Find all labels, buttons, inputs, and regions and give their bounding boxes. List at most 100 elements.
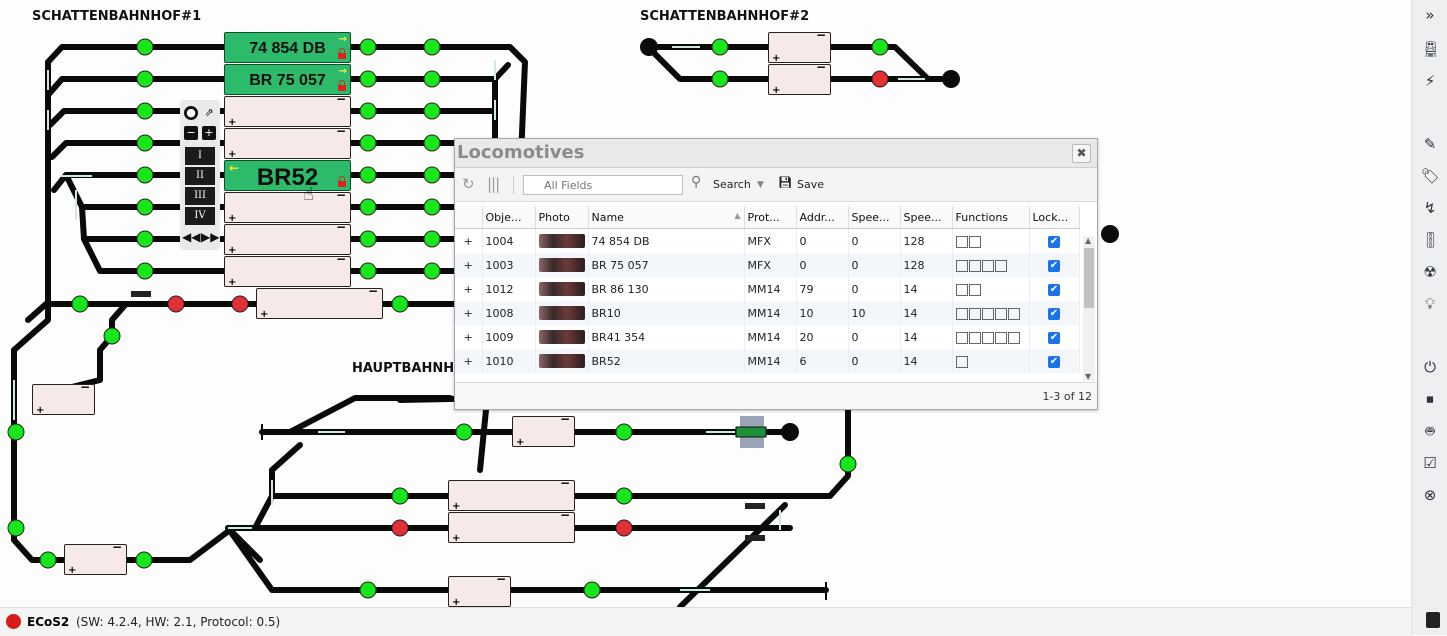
- block-occupied[interactable]: 74 854 DB →: [224, 32, 351, 63]
- header-protocol[interactable]: Prot...: [744, 206, 797, 229]
- function-box[interactable]: [955, 307, 968, 320]
- save-icon[interactable]: 💾︎: [778, 176, 792, 189]
- bulb-icon[interactable]: 💡︎: [1421, 295, 1439, 313]
- header-name[interactable]: Name ▲: [588, 206, 745, 229]
- header-object[interactable]: Obje...: [482, 206, 536, 229]
- search-input[interactable]: [523, 175, 683, 195]
- cell-locked[interactable]: ✔: [1029, 325, 1080, 349]
- table-row[interactable]: +1012 BR 86 130 MM14 79 0 14 ✔: [455, 277, 1080, 301]
- block-empty[interactable]: − +: [224, 252, 351, 288]
- block-occupied[interactable]: BR52 ←: [224, 160, 351, 191]
- edit-icon[interactable]: ✎: [1421, 135, 1439, 153]
- function-box[interactable]: [968, 235, 981, 248]
- cell-locked[interactable]: ✔: [1029, 301, 1080, 325]
- scroll-up-icon[interactable]: ▲: [1085, 236, 1091, 245]
- table-row[interactable]: +1008 BR10 MM14 10 10 14 ✔: [455, 301, 1080, 325]
- record-icon[interactable]: ●: [184, 106, 198, 120]
- function-box[interactable]: [968, 307, 981, 320]
- block-empty[interactable]: − +: [768, 60, 831, 96]
- function-box[interactable]: [955, 235, 968, 248]
- block-empty[interactable]: − +: [224, 188, 351, 224]
- block-empty[interactable]: − +: [224, 220, 351, 256]
- block-empty[interactable]: − +: [448, 476, 575, 512]
- power-icon[interactable]: ⏻: [1421, 358, 1439, 376]
- block-empty[interactable]: − +: [224, 92, 351, 128]
- function-box[interactable]: [1007, 331, 1020, 344]
- block-empty[interactable]: − +: [32, 380, 95, 416]
- rewind-icon[interactable]: ◀◀: [182, 230, 200, 244]
- function-box[interactable]: [968, 259, 981, 272]
- wand-icon[interactable]: ⚡︎: [1421, 72, 1439, 90]
- route-button-iii[interactable]: III: [185, 187, 215, 205]
- cell-locked[interactable]: ✔: [1029, 349, 1080, 373]
- locked-checkbox[interactable]: ✔: [1048, 284, 1060, 296]
- function-box[interactable]: [955, 331, 968, 344]
- collapse-icon[interactable]: »: [1421, 6, 1439, 24]
- locked-checkbox[interactable]: ✔: [1048, 236, 1060, 248]
- locked-checkbox[interactable]: ✔: [1048, 332, 1060, 344]
- header-functions[interactable]: Functions: [952, 206, 1030, 229]
- traffic-light-icon[interactable]: 🚦︎: [1421, 231, 1440, 249]
- table-row[interactable]: +1009 BR41 354 MM14 20 0 14 ✔: [455, 325, 1080, 349]
- block-empty[interactable]: − +: [448, 572, 511, 608]
- cell-expand[interactable]: +: [455, 349, 483, 373]
- header-speedsteps[interactable]: Spee...: [900, 206, 953, 229]
- function-box[interactable]: [955, 283, 968, 296]
- close-circle-icon[interactable]: ⊗: [1421, 486, 1439, 504]
- forward-icon[interactable]: ▶▶: [201, 230, 219, 244]
- save-button[interactable]: Save: [797, 178, 824, 191]
- function-box[interactable]: [981, 307, 994, 320]
- function-box[interactable]: [955, 355, 968, 368]
- function-box[interactable]: [994, 331, 1007, 344]
- header-photo[interactable]: Photo: [535, 206, 589, 229]
- locked-checkbox[interactable]: ✔: [1048, 356, 1060, 368]
- tags-icon[interactable]: 🏷︎: [1421, 167, 1440, 185]
- block-empty[interactable]: − +: [448, 508, 575, 544]
- cell-locked[interactable]: ✔: [1029, 277, 1080, 301]
- s88-icon[interactable]: ☢︎: [1421, 263, 1439, 281]
- plus-icon[interactable]: +: [202, 126, 216, 140]
- tasks-icon[interactable]: ☑︎: [1421, 454, 1439, 472]
- header-address[interactable]: Addr...: [796, 206, 849, 229]
- function-box[interactable]: [955, 259, 968, 272]
- table-scrollbar[interactable]: ▲ ▼: [1083, 236, 1095, 381]
- robot-icon[interactable]: 🤖︎: [1421, 422, 1439, 440]
- scrollbar-thumb[interactable]: [1084, 248, 1094, 308]
- function-box[interactable]: [981, 331, 994, 344]
- cell-expand[interactable]: +: [455, 228, 483, 253]
- log-icon[interactable]: [1426, 612, 1440, 628]
- table-row[interactable]: +1003 BR 75 057 MFX 0 0 128 ✔: [455, 253, 1080, 277]
- train-icon[interactable]: 🚆︎: [1421, 40, 1440, 58]
- route-icon[interactable]: ↯: [1421, 199, 1439, 217]
- route-button-ii[interactable]: II: [185, 167, 215, 185]
- table-row[interactable]: +1010 BR52 MM14 6 0 14 ✔: [455, 349, 1080, 373]
- close-icon[interactable]: ✖: [1072, 144, 1091, 163]
- minus-icon[interactable]: −: [184, 126, 198, 140]
- cell-expand[interactable]: +: [455, 301, 483, 325]
- locked-checkbox[interactable]: ✔: [1048, 308, 1060, 320]
- dialog-titlebar[interactable]: Locomotives ✖: [455, 139, 1097, 168]
- route-button-iv[interactable]: IV: [185, 207, 215, 225]
- function-box[interactable]: [994, 307, 1007, 320]
- header-locked[interactable]: Lock...: [1029, 206, 1080, 229]
- header-speed[interactable]: Spee...: [848, 206, 901, 229]
- search-icon[interactable]: ⚲: [691, 174, 701, 190]
- locked-checkbox[interactable]: ✔: [1048, 260, 1060, 272]
- cell-expand[interactable]: +: [455, 325, 483, 349]
- block-empty[interactable]: − +: [64, 540, 127, 576]
- scroll-down-icon[interactable]: ▼: [1085, 372, 1091, 381]
- cell-locked[interactable]: ✔: [1029, 228, 1080, 253]
- table-row[interactable]: +1004 74 854 DB MFX 0 0 128 ✔: [455, 228, 1080, 253]
- block-empty[interactable]: − +: [512, 412, 575, 448]
- search-button[interactable]: Search: [713, 178, 751, 191]
- refresh-icon[interactable]: ↻: [462, 175, 475, 193]
- block-empty[interactable]: − +: [768, 28, 831, 64]
- function-box[interactable]: [1007, 307, 1020, 320]
- cell-expand[interactable]: +: [455, 277, 483, 301]
- columns-icon[interactable]: |||: [487, 175, 500, 193]
- route-button-i[interactable]: I: [185, 147, 215, 165]
- function-box[interactable]: [968, 331, 981, 344]
- external-link-icon[interactable]: ⇗: [202, 106, 216, 120]
- cell-locked[interactable]: ✔: [1029, 253, 1080, 277]
- chevron-down-icon[interactable]: ▼: [757, 180, 764, 190]
